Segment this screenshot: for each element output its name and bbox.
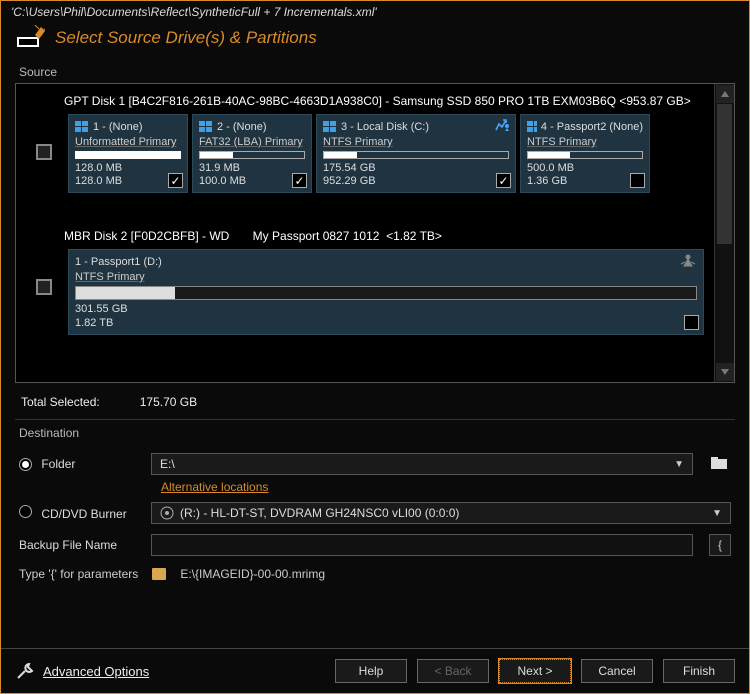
partition-used: 31.9 MB — [199, 162, 305, 175]
burner-radio[interactable] — [19, 505, 32, 518]
source-panel: GPT Disk 1 [B4C2F816-261B-40AC-98BC-4663… — [15, 83, 735, 383]
partition-used: 175.54 GB — [323, 162, 509, 175]
next-button[interactable]: Next > — [499, 659, 571, 683]
partition[interactable]: 1 - Passport1 (D:) NTFS Primary 301.55 G… — [68, 249, 704, 334]
partition-total: 1.82 TB — [75, 317, 697, 330]
partition-name: 1 - (None) — [93, 121, 143, 133]
partition-checkbox[interactable] — [292, 173, 307, 188]
partition-name: 2 - (None) — [217, 121, 267, 133]
partition-used: 128.0 MB — [75, 162, 181, 175]
cancel-button[interactable]: Cancel — [581, 659, 653, 683]
partition[interactable]: 2 - (None) FAT32 (LBA) Primary 31.9 MB 1… — [192, 114, 312, 193]
partition-used: 301.55 GB — [75, 303, 697, 316]
insert-param-button[interactable]: { — [709, 534, 731, 556]
partition-name: 1 - Passport1 (D:) — [75, 256, 162, 268]
disk-checkbox[interactable] — [36, 279, 52, 295]
partition-name: 4 - Passport2 (None) — [541, 121, 643, 133]
advanced-options-link[interactable]: Advanced Options — [15, 661, 149, 681]
scroll-up-button[interactable] — [716, 85, 734, 103]
params-hint: Type '{' for parameters — [19, 567, 138, 581]
filename-label: Backup File Name — [19, 538, 139, 552]
partition-type: NTFS Primary — [75, 271, 697, 283]
alternative-locations-link[interactable]: Alternative locations — [161, 480, 731, 497]
windows-icon — [199, 121, 213, 133]
partition-type: Unformatted Primary — [75, 136, 181, 148]
filename-input[interactable] — [151, 534, 693, 556]
windows-icon — [75, 121, 89, 133]
partition-total: 952.29 GB — [323, 175, 509, 188]
wrench-icon — [15, 661, 35, 681]
partition-total: 128.0 MB — [75, 175, 181, 188]
source-scrollbar[interactable] — [714, 84, 734, 382]
source-label: Source — [1, 59, 749, 83]
total-value: 175.70 GB — [140, 395, 197, 409]
burner-value: (R:) - HL-DT-ST, DVDRAM GH24NSC0 vLI00 (… — [180, 506, 459, 520]
help-button[interactable]: Help — [335, 659, 407, 683]
disc-icon — [160, 506, 174, 520]
burner-combo[interactable]: (R:) - HL-DT-ST, DVDRAM GH24NSC0 vLI00 (… — [151, 502, 731, 524]
partition-checkbox[interactable] — [684, 315, 699, 330]
drive-icon — [15, 25, 45, 51]
partition[interactable]: 4 - Passport2 (None) NTFS Primary 500.0 … — [520, 114, 650, 193]
chevron-down-icon[interactable]: ▼ — [708, 508, 726, 519]
folder-radio[interactable] — [19, 458, 32, 471]
params-preview: E:\{IMAGEID}-00-00.mrimg — [180, 567, 325, 581]
partition[interactable]: 3 - Local Disk (C:) NTFS Primary 175.54 … — [316, 114, 516, 193]
folder-combo[interactable]: E:\ ▼ — [151, 453, 693, 475]
destination-label: Destination — [1, 420, 749, 444]
partition-checkbox[interactable] — [168, 173, 183, 188]
total-label: Total Selected: — [21, 395, 100, 409]
partition[interactable]: 1 - (None) Unformatted Primary 128.0 MB … — [68, 114, 188, 193]
partition-name: 3 - Local Disk (C:) — [341, 121, 429, 133]
windows-icon — [527, 121, 537, 133]
disk-checkbox[interactable] — [36, 144, 52, 160]
burner-radio-label: CD/DVD Burner — [41, 507, 126, 521]
folder-icon — [152, 568, 166, 580]
scroll-thumb[interactable] — [717, 104, 732, 244]
partition-type: FAT32 (LBA) Primary — [199, 136, 305, 148]
partition-used: 500.0 MB — [527, 162, 643, 175]
folder-radio-label: Folder — [41, 457, 75, 471]
partition-total: 100.0 MB — [199, 175, 305, 188]
running-icon — [679, 253, 697, 270]
browse-folder-button[interactable] — [711, 455, 731, 474]
folder-value: E:\ — [160, 457, 175, 471]
disk-title: GPT Disk 1 [B4C2F816-261B-40AC-98BC-4663… — [24, 92, 704, 114]
finish-button[interactable]: Finish — [663, 659, 735, 683]
partition-checkbox[interactable] — [496, 173, 511, 188]
partition-type: NTFS Primary — [527, 136, 643, 148]
partition-type: NTFS Primary — [323, 136, 509, 148]
partition-checkbox[interactable] — [630, 173, 645, 188]
page-heading: Select Source Drive(s) & Partitions — [55, 28, 317, 48]
back-button[interactable]: < Back — [417, 659, 489, 683]
chevron-down-icon[interactable]: ▼ — [670, 459, 688, 470]
disk-title: MBR Disk 2 [F0D2CBFB] - WD My Passport 0… — [24, 227, 704, 249]
running-icon — [493, 118, 511, 135]
partition-total: 1.36 GB — [527, 175, 643, 188]
scroll-down-button[interactable] — [716, 363, 734, 381]
windows-icon — [323, 121, 337, 133]
window-title: 'C:\Users\Phil\Documents\Reflect\Synthet… — [1, 1, 749, 21]
